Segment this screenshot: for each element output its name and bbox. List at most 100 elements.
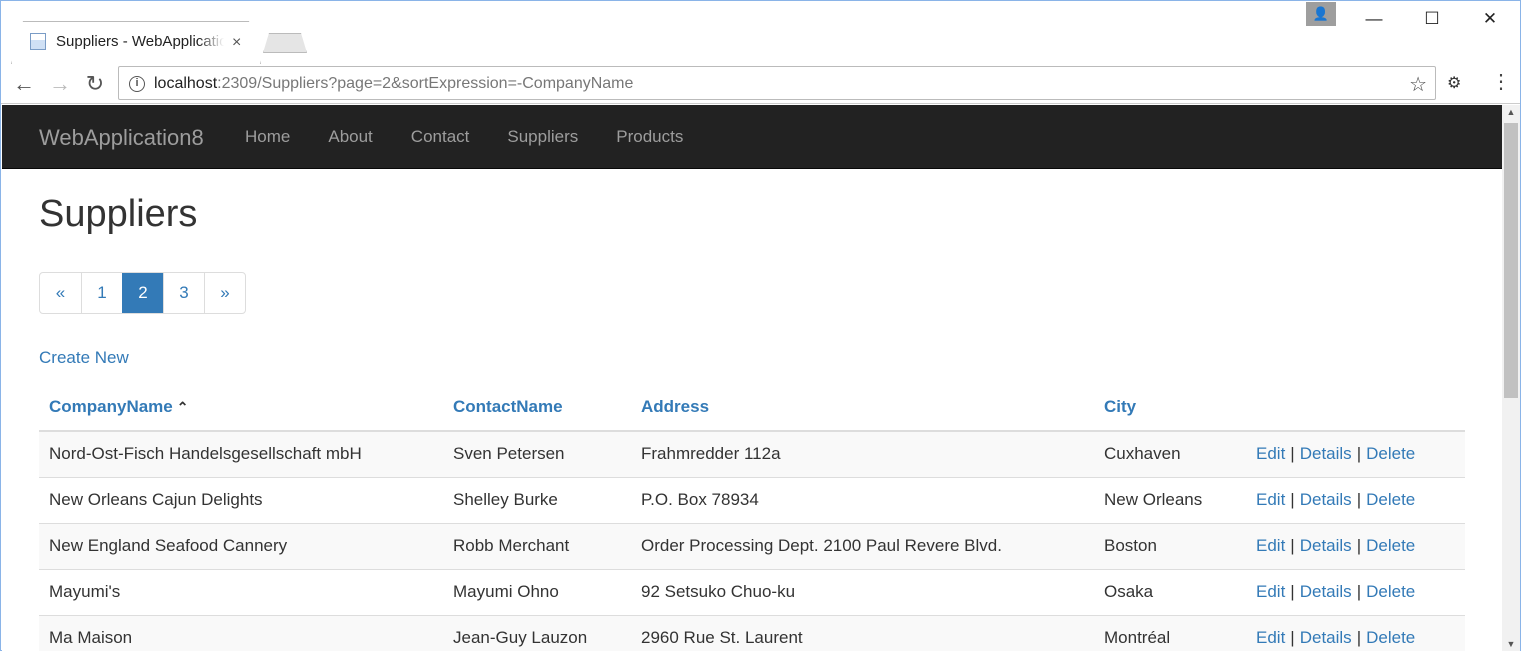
cell-city: Cuxhaven xyxy=(1094,430,1246,477)
cell-company: Ma Maison xyxy=(39,614,443,651)
details-link[interactable]: Details xyxy=(1300,444,1352,463)
nav-link-contact[interactable]: Contact xyxy=(411,127,470,147)
separator: | xyxy=(1356,490,1362,509)
header-company-name[interactable]: CompanyName ⌃ xyxy=(39,383,443,432)
back-icon[interactable]: ← xyxy=(11,71,37,97)
delete-link[interactable]: Delete xyxy=(1366,628,1415,647)
table-row: Ma Maison Jean-Guy Lauzon 2960 Rue St. L… xyxy=(39,614,1465,651)
cell-contact: Shelley Burke xyxy=(443,476,631,523)
scroll-down-arrow-icon[interactable]: ▼ xyxy=(1502,639,1520,649)
header-city[interactable]: City xyxy=(1094,383,1246,432)
close-window-button[interactable]: ✕ xyxy=(1467,6,1513,32)
cell-actions: Edit | Details | Delete xyxy=(1246,476,1465,523)
pagination: « 1 2 3 » xyxy=(39,272,246,314)
pager-page-1[interactable]: 1 xyxy=(81,273,122,313)
suppliers-table: CompanyName ⌃ ContactName Address City No… xyxy=(39,383,1465,651)
user-profile-icon[interactable]: 👤 xyxy=(1306,2,1336,26)
cell-company: Mayumi's xyxy=(39,568,443,615)
separator: | xyxy=(1290,536,1295,555)
tab-close-icon[interactable]: × xyxy=(232,34,241,52)
cell-actions: Edit | Details | Delete xyxy=(1246,568,1465,615)
nav-link-about[interactable]: About xyxy=(328,127,372,147)
cell-contact: Jean-Guy Lauzon xyxy=(443,614,631,651)
maximize-button[interactable]: ☐ xyxy=(1409,6,1455,32)
details-link[interactable]: Details xyxy=(1300,536,1352,555)
pager-last[interactable]: » xyxy=(204,273,245,313)
navbar-links: Home About Contact Suppliers Products xyxy=(245,127,721,147)
separator: | xyxy=(1290,444,1295,464)
nav-link-products[interactable]: Products xyxy=(616,127,683,147)
cell-company: New Orleans Cajun Delights xyxy=(39,476,443,523)
cell-city: New Orleans xyxy=(1094,476,1246,523)
address-bar[interactable]: i localhost:2309/Suppliers?page=2&sortEx… xyxy=(118,66,1436,100)
cell-address: Order Processing Dept. 2100 Paul Revere … xyxy=(631,522,1094,569)
tab-title: Suppliers - WebApplication8 xyxy=(56,33,224,50)
pager-page-3[interactable]: 3 xyxy=(163,273,204,313)
table-row: Nord-Ost-Fisch Handelsgesellschaft mbH S… xyxy=(39,430,1465,477)
edit-link[interactable]: Edit xyxy=(1256,582,1285,601)
delete-link[interactable]: Delete xyxy=(1366,536,1415,555)
pager-page-2-active[interactable]: 2 xyxy=(122,273,163,313)
browser-toolbar: ← → ↻ i localhost:2309/Suppliers?page=2&… xyxy=(1,64,1520,104)
separator: | xyxy=(1290,628,1295,648)
new-tab-button[interactable] xyxy=(263,33,307,53)
header-contact-name[interactable]: ContactName xyxy=(443,383,631,432)
header-actions xyxy=(1246,383,1465,432)
cell-city: Osaka xyxy=(1094,568,1246,615)
vertical-scrollbar[interactable]: ▲ ▼ xyxy=(1502,105,1520,651)
separator: | xyxy=(1356,628,1362,648)
forward-icon[interactable]: → xyxy=(47,71,73,97)
table-row: New England Seafood Cannery Robb Merchan… xyxy=(39,522,1465,569)
separator: | xyxy=(1356,536,1362,555)
details-link[interactable]: Details xyxy=(1300,490,1352,509)
cell-city: Montréal xyxy=(1094,614,1246,651)
navbar-brand[interactable]: WebApplication8 xyxy=(39,125,204,151)
bookmark-star-icon[interactable]: ☆ xyxy=(1409,72,1427,97)
extension-icon[interactable]: ⚙ xyxy=(1447,73,1461,93)
cell-address: 92 Setsuko Chuo-ku xyxy=(631,568,1094,615)
separator: | xyxy=(1290,582,1295,601)
scroll-up-arrow-icon[interactable]: ▲ xyxy=(1502,107,1520,117)
edit-link[interactable]: Edit xyxy=(1256,444,1285,463)
table-header-row: CompanyName ⌃ ContactName Address City xyxy=(39,383,1465,432)
browser-tab[interactable]: Suppliers - WebApplication8 × xyxy=(11,21,261,64)
edit-link[interactable]: Edit xyxy=(1256,490,1285,509)
delete-link[interactable]: Delete xyxy=(1366,582,1415,601)
scrollbar-thumb[interactable] xyxy=(1504,123,1518,398)
cell-actions: Edit | Details | Delete xyxy=(1246,614,1465,651)
reload-icon[interactable]: ↻ xyxy=(82,71,108,97)
header-address[interactable]: Address xyxy=(631,383,1094,432)
sort-ascending-icon: ⌃ xyxy=(176,398,189,415)
separator: | xyxy=(1356,444,1362,464)
title-bar: Suppliers - WebApplication8 × 👤 — ☐ ✕ xyxy=(1,1,1520,64)
delete-link[interactable]: Delete xyxy=(1366,490,1415,509)
pager-first[interactable]: « xyxy=(40,273,81,313)
separator: | xyxy=(1290,490,1295,509)
edit-link[interactable]: Edit xyxy=(1256,536,1285,555)
url-host: localhost xyxy=(154,75,218,92)
edit-link[interactable]: Edit xyxy=(1256,628,1285,647)
browser-menu-icon[interactable]: ⋮ xyxy=(1491,71,1511,93)
cell-company: New England Seafood Cannery xyxy=(39,522,443,569)
url-text[interactable]: localhost:2309/Suppliers?page=2&sortExpr… xyxy=(154,75,633,93)
separator: | xyxy=(1356,582,1362,601)
cell-contact: Mayumi Ohno xyxy=(443,568,631,615)
page-favicon-icon xyxy=(30,33,46,50)
nav-link-home[interactable]: Home xyxy=(245,127,290,147)
details-link[interactable]: Details xyxy=(1300,582,1352,601)
nav-link-suppliers[interactable]: Suppliers xyxy=(507,127,578,147)
create-new-link[interactable]: Create New xyxy=(39,348,129,368)
page-viewport: WebApplication8 Home About Contact Suppl… xyxy=(2,105,1502,651)
site-info-icon[interactable]: i xyxy=(129,76,145,92)
cell-address: Frahmredder 112a xyxy=(631,430,1094,477)
delete-link[interactable]: Delete xyxy=(1366,444,1415,463)
cell-company: Nord-Ost-Fisch Handelsgesellschaft mbH xyxy=(39,430,443,477)
table-row: New Orleans Cajun Delights Shelley Burke… xyxy=(39,476,1465,523)
cell-contact: Sven Petersen xyxy=(443,430,631,477)
minimize-button[interactable]: — xyxy=(1351,6,1397,32)
cell-actions: Edit | Details | Delete xyxy=(1246,522,1465,569)
url-path: :2309/Suppliers?page=2&sortExpression=-C… xyxy=(217,75,634,92)
page-title: Suppliers xyxy=(39,193,198,235)
site-navbar: WebApplication8 Home About Contact Suppl… xyxy=(2,105,1502,169)
details-link[interactable]: Details xyxy=(1300,628,1352,647)
